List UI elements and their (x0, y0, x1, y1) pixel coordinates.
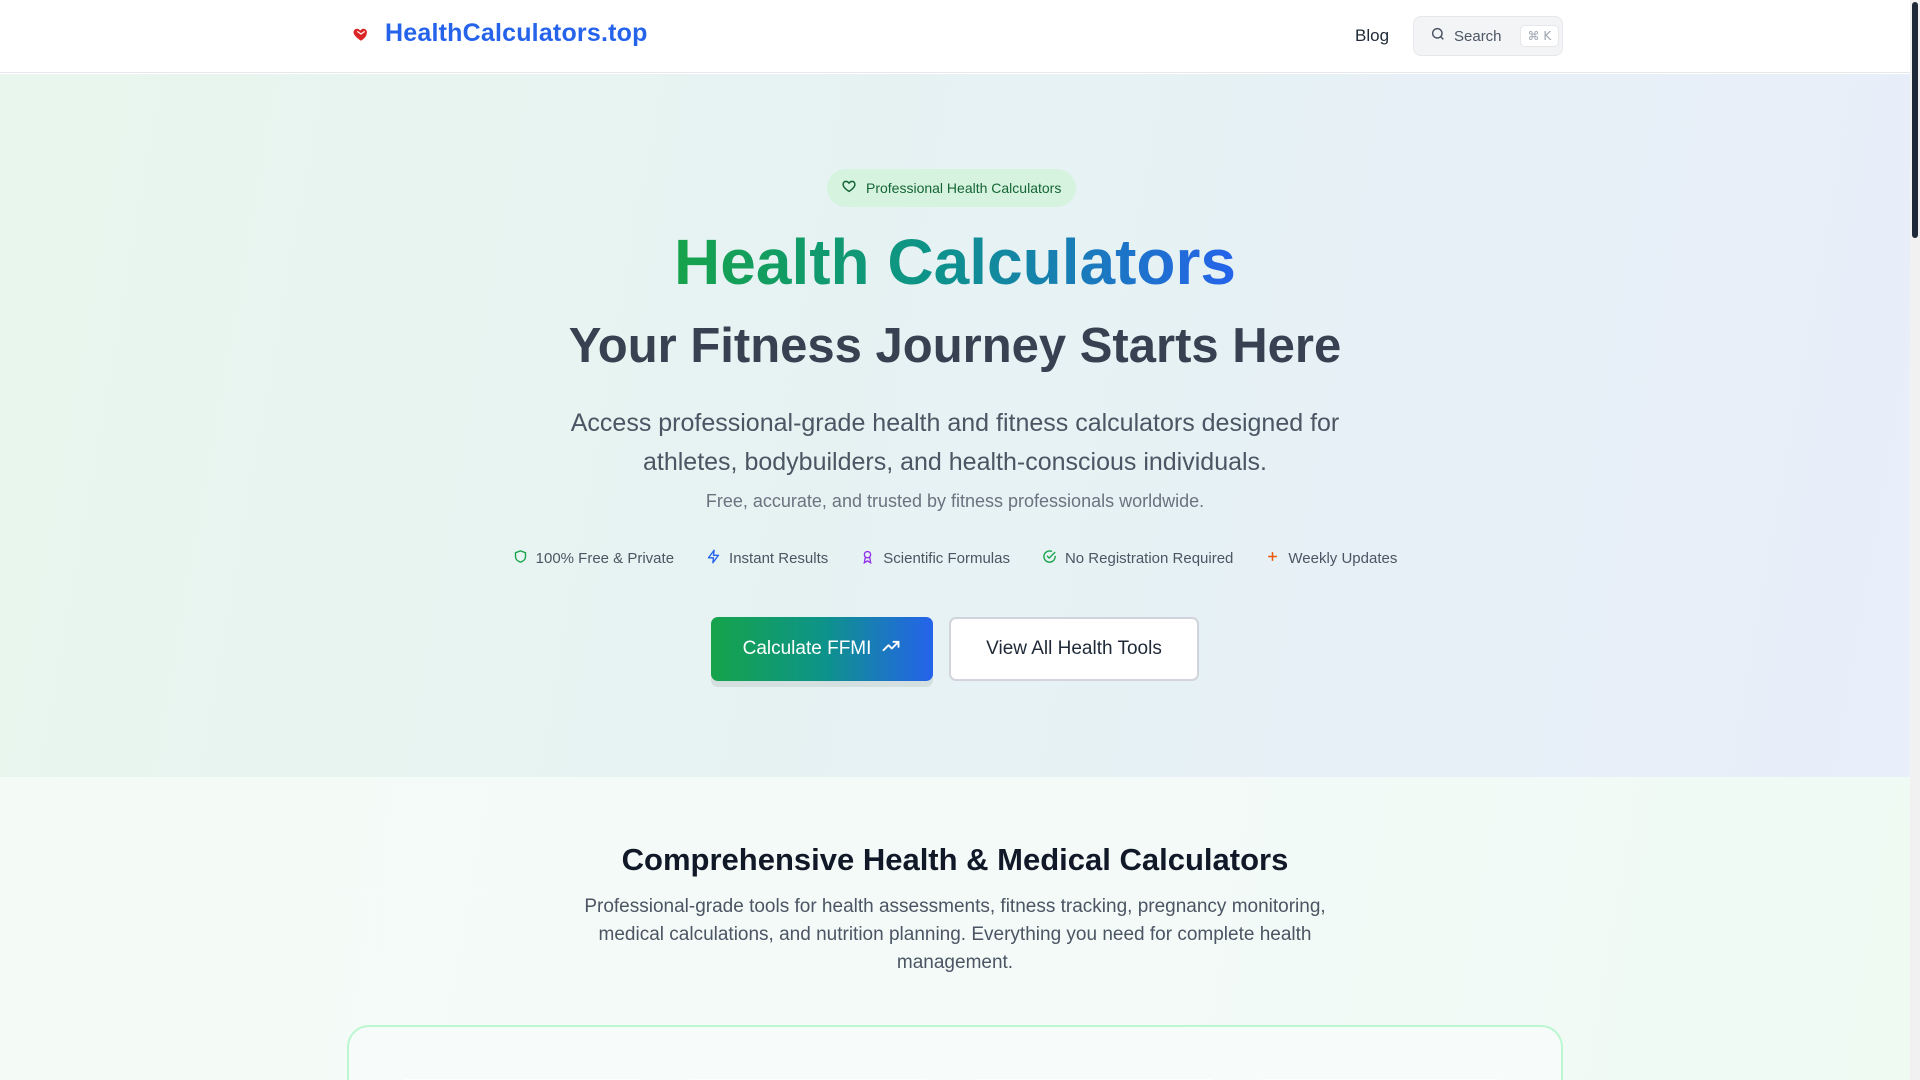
page-scrollbar[interactable] (1910, 0, 1920, 1080)
search-label: Search (1454, 27, 1502, 45)
search-button[interactable]: Search ⌘ K (1413, 16, 1563, 56)
hero-badge: Professional Health Calculators (827, 169, 1077, 207)
plus-icon (1265, 549, 1280, 568)
trending-up-icon (881, 636, 901, 662)
search-shortcut: ⌘ K (1519, 25, 1560, 47)
hero-title: Health Calculators (674, 226, 1236, 298)
hero-subtitle: Your Fitness Journey Starts Here (568, 319, 1342, 373)
scrollbar-thumb[interactable] (1912, 2, 1918, 238)
heart-icon (351, 24, 371, 44)
feature-label: No Registration Required (1064, 550, 1234, 567)
hero-section: Professional Health Calculators Health C… (0, 74, 1910, 777)
check-circle-icon (1042, 549, 1057, 568)
calculate-ffmi-label: Calculate FFMI (742, 638, 872, 659)
calculator-card-panel (347, 1025, 1563, 1080)
feature-item: Scientific Formulas (860, 549, 1010, 568)
feature-item: No Registration Required (1042, 549, 1233, 568)
shield-icon (513, 549, 528, 568)
heart-outline-icon (841, 178, 857, 199)
award-icon (860, 549, 875, 568)
calculators-section: Comprehensive Health & Medical Calculato… (0, 777, 1910, 1080)
hero-badge-label: Professional Health Calculators (866, 180, 1062, 196)
feature-label: Scientific Formulas (883, 550, 1010, 567)
site-header: HealthCalculators.top Blog Search ⌘ K (0, 0, 1910, 73)
site-logo[interactable]: HealthCalculators.top (351, 19, 648, 48)
view-all-tools-button[interactable]: View All Health Tools (949, 617, 1199, 681)
hero-tagline: Free, accurate, and trusted by fitness p… (705, 491, 1205, 511)
feature-label: Weekly Updates (1288, 550, 1398, 567)
feature-list: 100% Free & Private Instant Results Scie… (0, 549, 1910, 568)
hero-description: Access professional-grade health and fit… (570, 409, 1340, 476)
feature-label: Instant Results (729, 550, 829, 567)
feature-item: Weekly Updates (1265, 549, 1397, 568)
zap-icon (706, 549, 721, 568)
logo-text: HealthCalculators.top (385, 19, 648, 47)
section-description: Professional-grade tools for health asse… (584, 896, 1326, 973)
feature-item: 100% Free & Private (513, 549, 674, 568)
calculate-ffmi-button[interactable]: Calculate FFMI (711, 617, 933, 681)
section-title: Comprehensive Health & Medical Calculato… (621, 842, 1289, 877)
nav-blog-link[interactable]: Blog (1355, 26, 1389, 46)
feature-label: 100% Free & Private (535, 550, 675, 567)
search-icon (1430, 26, 1446, 47)
feature-item: Instant Results (706, 549, 828, 568)
